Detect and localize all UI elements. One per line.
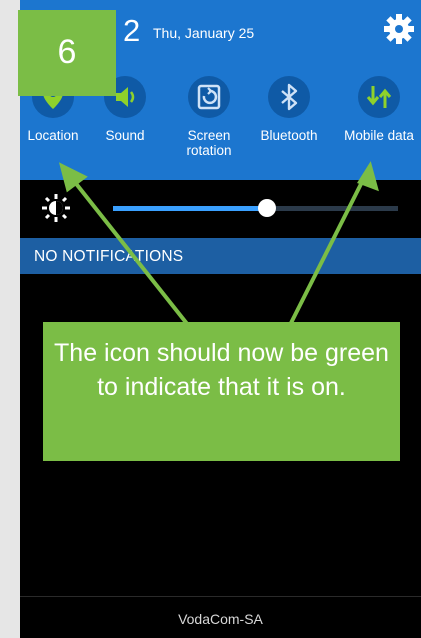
arrow-to-location-head bbox=[58, 162, 88, 193]
step-number-badge: 6 bbox=[18, 10, 116, 96]
annotation-callout-text: The icon should now be green to indicate… bbox=[54, 339, 389, 401]
arrow-to-mobile-data-head bbox=[357, 161, 379, 192]
arrow-to-mobile-data bbox=[288, 175, 367, 326]
annotation-callout: The icon should now be green to indicate… bbox=[43, 322, 400, 461]
arrow-to-location bbox=[68, 174, 190, 327]
step-number: 6 bbox=[57, 33, 77, 71]
